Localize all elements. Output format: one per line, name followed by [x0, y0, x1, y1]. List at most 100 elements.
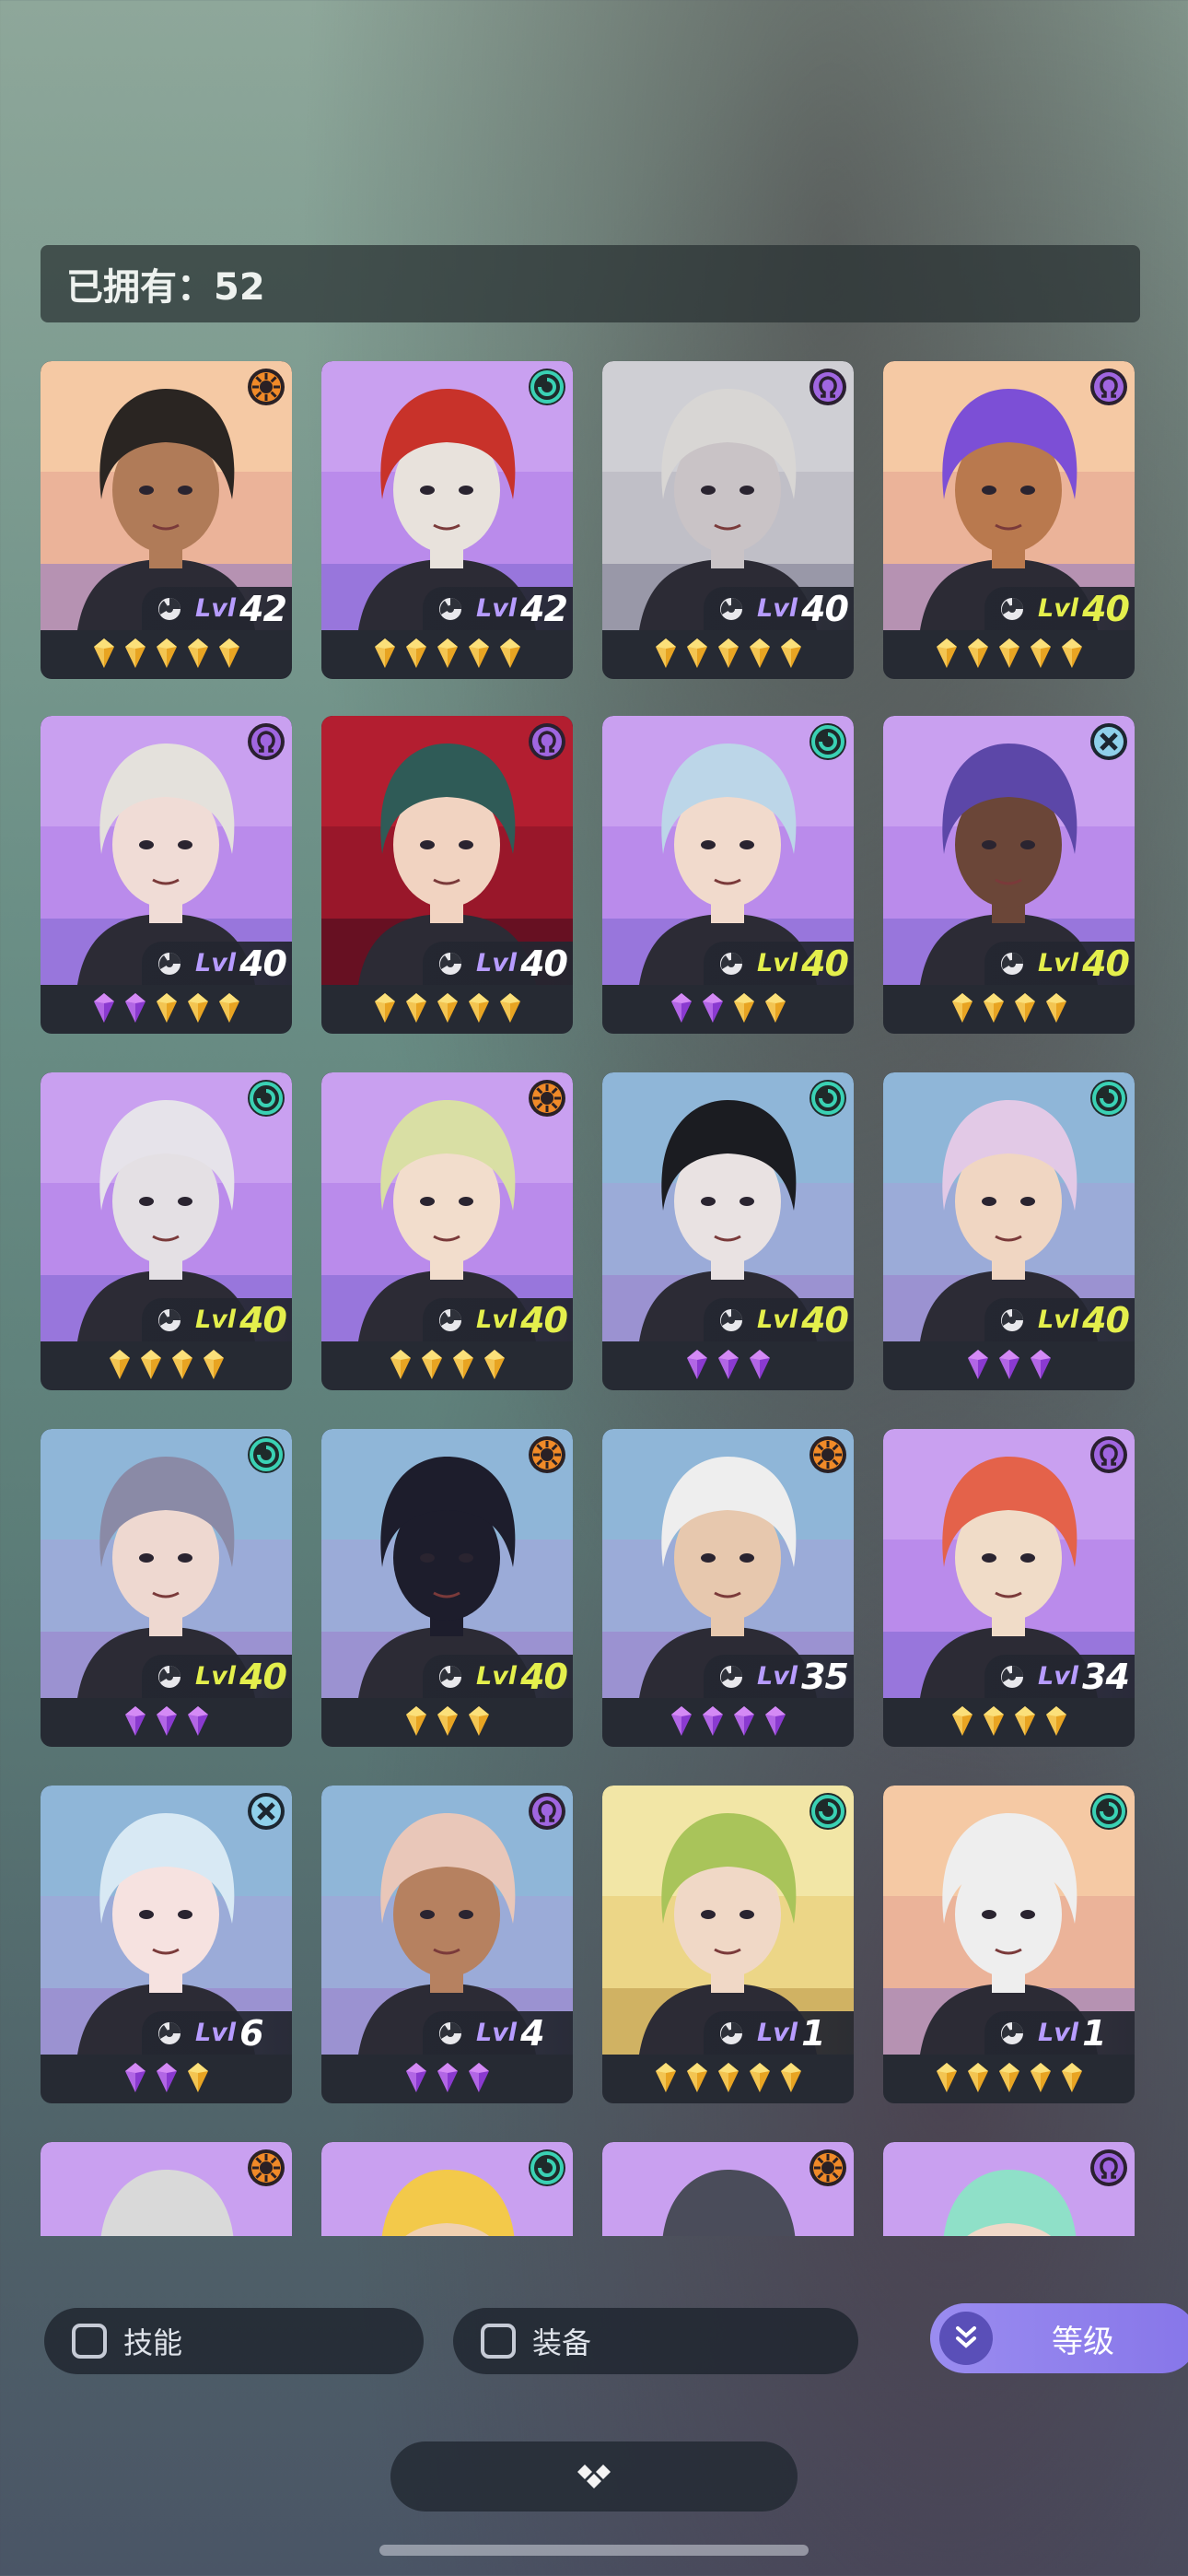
hero-card[interactable]: Lvl 4 — [321, 1786, 573, 2103]
level-number: 40 — [239, 1299, 287, 1341]
gold-gem-icon — [373, 992, 397, 1029]
level-panel: Lvl 40 — [984, 1298, 1135, 1341]
gold-gem-icon — [404, 992, 428, 1029]
hero-card[interactable]: Lvl 34 — [883, 1429, 1135, 1747]
level-number: 40 — [801, 1299, 849, 1341]
equip-filter-toggle[interactable]: 装备 — [453, 2308, 858, 2374]
hero-card[interactable] — [321, 2142, 573, 2236]
hero-card[interactable]: Lvl 40 — [602, 716, 854, 1034]
star-gems — [602, 1349, 854, 1386]
star-gems — [602, 638, 854, 674]
level-prefix: Lvl — [757, 2019, 798, 2047]
gold-gem-icon — [654, 638, 678, 674]
aperture-icon — [439, 597, 461, 620]
hero-card[interactable]: Lvl 40 — [41, 1429, 292, 1747]
hero-card[interactable]: Lvl 40 — [321, 716, 573, 1034]
aperture-icon — [158, 952, 181, 975]
level-number: 35 — [801, 1656, 849, 1697]
gold-gem-icon — [966, 2062, 990, 2099]
level-panel: Lvl 42 — [142, 587, 292, 630]
gold-gem-icon — [389, 1349, 413, 1386]
owned-count-label: 已拥有：52 — [66, 266, 265, 309]
star-gems — [41, 2062, 292, 2099]
hero-card[interactable]: Lvl 1 — [602, 1786, 854, 2103]
gold-gem-icon — [170, 1349, 194, 1386]
hero-card[interactable] — [602, 2142, 854, 2236]
aperture-icon — [158, 597, 181, 620]
hero-card[interactable]: Lvl 40 — [321, 1429, 573, 1747]
gold-gem-icon — [935, 638, 959, 674]
equip-checkbox[interactable] — [481, 2324, 516, 2359]
gold-gem-icon — [404, 1705, 428, 1742]
hero-grid[interactable]: Lvl 42 Lvl 42 Lvl 40 Lvl 40 Lvl 40 Lvl 4… — [41, 361, 1136, 2236]
star-gems — [883, 1349, 1135, 1386]
aperture-icon — [439, 1665, 461, 1688]
level-number: 40 — [239, 1656, 287, 1697]
level-number: 40 — [520, 943, 568, 984]
hero-card[interactable]: Lvl 40 — [602, 361, 854, 679]
gold-gem-icon — [1029, 638, 1053, 674]
gold-gem-icon — [420, 1349, 444, 1386]
hero-card[interactable]: Lvl 40 — [602, 1072, 854, 1390]
level-number: 42 — [239, 588, 287, 629]
gold-gem-icon — [92, 638, 116, 674]
skill-filter-toggle[interactable]: 技能 — [44, 2308, 424, 2374]
hero-card[interactable]: Lvl 6 — [41, 1786, 292, 2103]
gold-gem-icon — [467, 992, 491, 1029]
gold-gem-icon — [202, 1349, 226, 1386]
star-gems — [321, 2062, 573, 2099]
level-panel: Lvl 40 — [704, 587, 854, 630]
aperture-icon — [720, 1665, 742, 1688]
hero-card[interactable]: Lvl 40 — [321, 1072, 573, 1390]
level-panel: Lvl 40 — [142, 942, 292, 985]
purple-gem-icon — [701, 992, 725, 1029]
gold-gem-icon — [155, 992, 179, 1029]
purple-gem-icon — [123, 992, 147, 1029]
skill-checkbox[interactable] — [72, 2324, 107, 2359]
level-prefix: Lvl — [195, 594, 237, 623]
gold-gem-icon — [186, 638, 210, 674]
level-panel: Lvl 34 — [984, 1655, 1135, 1698]
hero-card[interactable]: Lvl 40 — [883, 1072, 1135, 1390]
gold-gem-icon — [467, 1705, 491, 1742]
hero-card[interactable]: Lvl 35 — [602, 1429, 854, 1747]
star-gems — [41, 1705, 292, 1742]
level-panel: Lvl 40 — [984, 587, 1135, 630]
level-prefix: Lvl — [195, 1662, 237, 1691]
gold-gem-icon — [155, 638, 179, 674]
level-panel: Lvl 1 — [704, 2011, 854, 2055]
hero-card[interactable]: Lvl 40 — [41, 716, 292, 1034]
hero-card[interactable]: Lvl 40 — [41, 1072, 292, 1390]
gold-gem-icon — [436, 992, 460, 1029]
level-prefix: Lvl — [757, 1306, 798, 1334]
purple-gem-icon — [155, 2062, 179, 2099]
hero-card[interactable]: Lvl 40 — [883, 716, 1135, 1034]
level-number: 42 — [520, 588, 568, 629]
hero-card[interactable] — [41, 2142, 292, 2236]
hero-card[interactable] — [883, 2142, 1135, 2236]
hero-card[interactable]: Lvl 42 — [41, 361, 292, 679]
star-gems — [321, 992, 573, 1029]
gold-gem-icon — [966, 638, 990, 674]
gold-gem-icon — [436, 1705, 460, 1742]
hero-card[interactable]: Lvl 40 — [883, 361, 1135, 679]
aperture-icon — [1001, 1308, 1023, 1331]
gold-gem-icon — [436, 638, 460, 674]
gold-gem-icon — [685, 2062, 709, 2099]
hero-card[interactable]: Lvl 42 — [321, 361, 573, 679]
level-panel: Lvl 40 — [423, 1298, 573, 1341]
gold-gem-icon — [404, 638, 428, 674]
level-number: 34 — [1082, 1656, 1130, 1697]
collapse-button[interactable] — [390, 2441, 798, 2512]
level-number: 40 — [1082, 1299, 1130, 1341]
level-prefix: Lvl — [195, 1306, 237, 1334]
level-panel: Lvl 40 — [704, 942, 854, 985]
aperture-icon — [439, 952, 461, 975]
sort-by-level-button[interactable]: 等级 — [930, 2303, 1188, 2373]
home-indicator[interactable] — [379, 2545, 809, 2556]
hero-card[interactable]: Lvl 1 — [883, 1786, 1135, 2103]
skill-filter-label: 技能 — [123, 2325, 183, 2360]
gold-gem-icon — [217, 992, 241, 1029]
purple-gem-icon — [701, 1705, 725, 1742]
purple-gem-icon — [966, 1349, 990, 1386]
